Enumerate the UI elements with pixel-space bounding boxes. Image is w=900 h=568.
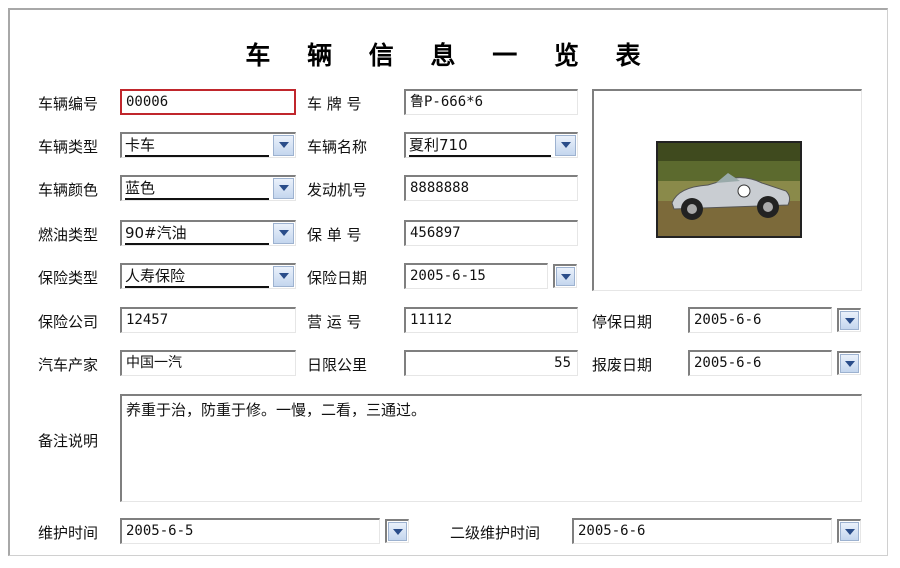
insurance-company-label: 保险公司 <box>38 313 99 331</box>
manufacturer-label: 汽车产家 <box>38 356 99 374</box>
vehicle-type-dropdown-button[interactable] <box>273 135 294 156</box>
operation-no-label: 营 运 号 <box>307 313 362 331</box>
policy-no-input[interactable]: 456897 <box>404 220 578 246</box>
chevron-down-icon <box>845 318 855 324</box>
insurance-type-label: 保险类型 <box>38 269 99 287</box>
vehicle-photo <box>656 141 802 238</box>
fuel-type-value: 90#汽油 <box>125 223 269 245</box>
insurance-date-label: 保险日期 <box>307 269 368 287</box>
vehicle-name-select[interactable]: 夏利710 <box>404 132 578 158</box>
secondary-maintenance-time-input[interactable]: 2005-6-6 <box>572 518 832 544</box>
daily-km-limit-input[interactable]: 55 <box>404 350 578 376</box>
suspend-date-label: 停保日期 <box>592 313 653 331</box>
suspend-date-input[interactable]: 2005-6-6 <box>688 307 832 333</box>
chevron-down-icon <box>279 230 289 236</box>
insurance-date-dropdown-button[interactable] <box>553 264 577 288</box>
chevron-down-icon <box>561 142 571 148</box>
maintenance-time-input[interactable]: 2005-6-5 <box>120 518 380 544</box>
vehicle-color-value: 蓝色 <box>125 178 269 200</box>
page-title: 车 辆 信 息 一 览 表 <box>245 41 655 70</box>
policy-no-label: 保 单 号 <box>307 226 362 244</box>
vehicle-name-label: 车辆名称 <box>307 138 368 156</box>
remarks-textarea[interactable]: 养重于治，防重于修。一慢，二看，三通过。 <box>120 394 862 502</box>
car-image <box>658 143 800 236</box>
vehicle-type-select[interactable]: 卡车 <box>120 132 296 158</box>
manufacturer-input[interactable]: 中国一汽 <box>120 350 296 376</box>
scrap-date-picker[interactable]: 2005-6-6 <box>688 350 862 376</box>
insurance-date-picker[interactable]: 2005-6-15 <box>404 263 578 289</box>
chevron-down-icon <box>279 185 289 191</box>
operation-no-input[interactable]: 11112 <box>404 307 578 333</box>
engine-no-label: 发动机号 <box>307 181 368 199</box>
secondary-maintenance-time-label: 二级维护时间 <box>450 524 541 542</box>
fuel-type-label: 燃油类型 <box>38 226 99 244</box>
scrap-date-dropdown-button[interactable] <box>837 351 861 375</box>
fuel-type-dropdown-button[interactable] <box>273 223 294 244</box>
insurance-type-select[interactable]: 人寿保险 <box>120 263 296 289</box>
vehicle-color-label: 车辆颜色 <box>38 181 99 199</box>
vehicle-name-dropdown-button[interactable] <box>555 135 576 156</box>
insurance-company-input[interactable]: 12457 <box>120 307 296 333</box>
insurance-type-value: 人寿保险 <box>125 266 269 288</box>
maintenance-time-label: 维护时间 <box>38 524 99 542</box>
insurance-date-input[interactable]: 2005-6-15 <box>404 263 548 289</box>
plate-no-input[interactable]: 鲁P-666*6 <box>404 89 578 115</box>
chevron-down-icon <box>279 142 289 148</box>
scrap-date-label: 报废日期 <box>592 356 653 374</box>
vehicle-name-value: 夏利710 <box>409 135 551 157</box>
chevron-down-icon <box>845 529 855 535</box>
insurance-type-dropdown-button[interactable] <box>273 266 294 287</box>
remarks-label: 备注说明 <box>38 432 99 450</box>
plate-no-label: 车 牌 号 <box>307 95 362 113</box>
daily-km-limit-label: 日限公里 <box>307 356 368 374</box>
chevron-down-icon <box>845 361 855 367</box>
suspend-date-dropdown-button[interactable] <box>837 308 861 332</box>
vehicle-photo-frame <box>592 89 862 291</box>
chevron-down-icon <box>393 529 403 535</box>
vehicle-type-value: 卡车 <box>125 135 269 157</box>
vehicle-color-select[interactable]: 蓝色 <box>120 175 296 201</box>
vehicle-no-label: 车辆编号 <box>38 95 99 113</box>
fuel-type-select[interactable]: 90#汽油 <box>120 220 296 246</box>
engine-no-input[interactable]: 8888888 <box>404 175 578 201</box>
suspend-date-picker[interactable]: 2005-6-6 <box>688 307 862 333</box>
maintenance-time-dropdown-button[interactable] <box>385 519 409 543</box>
chevron-down-icon <box>561 274 571 280</box>
vehicle-color-dropdown-button[interactable] <box>273 178 294 199</box>
secondary-maintenance-time-picker[interactable]: 2005-6-6 <box>572 518 862 544</box>
maintenance-time-picker[interactable]: 2005-6-5 <box>120 518 410 544</box>
secondary-maintenance-time-dropdown-button[interactable] <box>837 519 861 543</box>
chevron-down-icon <box>279 273 289 279</box>
scrap-date-input[interactable]: 2005-6-6 <box>688 350 832 376</box>
vehicle-type-label: 车辆类型 <box>38 138 99 156</box>
vehicle-no-input[interactable]: 00006 <box>120 89 296 115</box>
